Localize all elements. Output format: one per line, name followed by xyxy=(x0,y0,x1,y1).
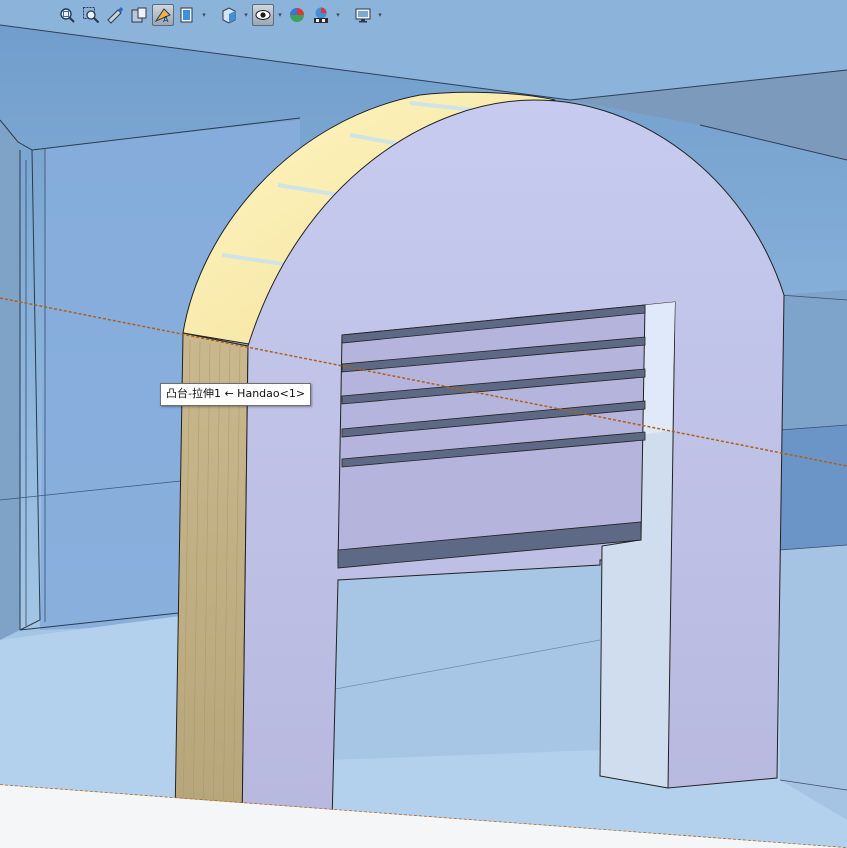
apply-scene-icon xyxy=(314,7,328,23)
hover-tooltip: 凸台-拉伸1 ← Handao<1> xyxy=(160,383,312,406)
display-style-icon xyxy=(222,7,236,24)
svg-text:A: A xyxy=(163,15,169,24)
edit-appearance-button[interactable] xyxy=(286,4,308,26)
previous-view-icon xyxy=(107,7,123,24)
apply-scene-dropdown[interactable]: ▾ xyxy=(334,4,342,26)
left-wall xyxy=(0,120,20,640)
section-view-button[interactable] xyxy=(128,4,150,26)
heads-up-view-toolbar: A ▾ ▾ ▾ ▾ ▾ xyxy=(56,1,384,29)
view-orientation-button[interactable] xyxy=(176,4,198,26)
left-leg-side-face[interactable] xyxy=(174,332,249,831)
view-orientation-icon xyxy=(180,7,193,23)
dynamic-annotation-view-button[interactable]: A xyxy=(152,4,174,26)
right-box-top xyxy=(780,290,847,430)
zoom-to-fit-button[interactable] xyxy=(56,4,78,26)
zoom-to-area-icon xyxy=(83,7,100,24)
hide-show-items-button[interactable] xyxy=(252,4,274,26)
dynamic-annotation-view-icon: A xyxy=(154,8,171,24)
right-lower-plane xyxy=(780,545,847,820)
hide-show-items-dropdown[interactable]: ▾ xyxy=(276,4,284,26)
view-settings-dropdown[interactable]: ▾ xyxy=(376,4,384,26)
zoom-to-fit-icon xyxy=(60,8,75,23)
view-orientation-dropdown[interactable]: ▾ xyxy=(200,4,208,26)
graphics-viewport[interactable] xyxy=(0,0,847,848)
previous-view-button[interactable] xyxy=(104,4,126,26)
display-style-button[interactable] xyxy=(218,4,240,26)
section-view-icon xyxy=(131,7,147,23)
view-settings-button[interactable] xyxy=(352,4,374,26)
edit-appearance-icon xyxy=(290,8,304,22)
view-settings-icon xyxy=(355,8,371,23)
display-style-dropdown[interactable]: ▾ xyxy=(242,4,250,26)
zoom-to-area-button[interactable] xyxy=(80,4,102,26)
apply-scene-button[interactable] xyxy=(310,4,332,26)
hide-show-items-icon xyxy=(255,10,271,20)
right-box-front xyxy=(780,425,847,550)
tooltip-text: 凸台-拉伸1 ← Handao<1> xyxy=(166,387,306,400)
floor-step xyxy=(330,565,600,760)
